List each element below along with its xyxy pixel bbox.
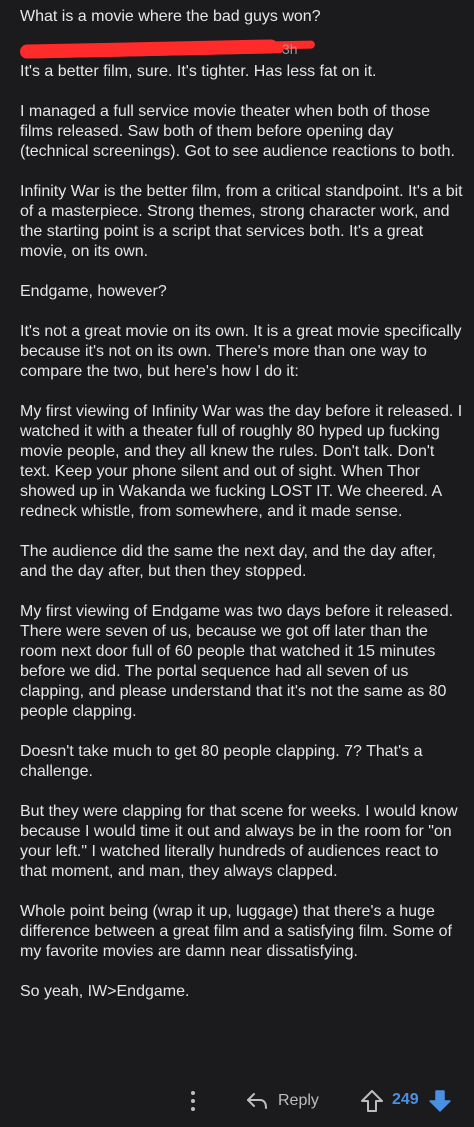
upvote-button[interactable] [360,1089,384,1113]
comment-paragraph: The audience did the same the next day, … [20,543,436,580]
comment-paragraph: Doesn't take much to get 80 people clapp… [20,743,423,780]
comment-action-bar: Reply 249 [0,1086,474,1116]
comment-paragraph: My first viewing of Infinity War was the… [20,403,463,520]
vote-score: 249 [392,1091,419,1108]
post-title[interactable]: What is a movie where the bad guys won? [20,6,460,28]
comment-paragraph: Endgame, however? [20,283,167,300]
comment-paragraph: My first viewing of Endgame was two days… [20,603,454,720]
downvote-arrow-icon [428,1090,452,1117]
more-options-button[interactable] [184,1089,202,1113]
comment-paragraph: But they were clapping for that scene fo… [20,803,458,880]
comment-paragraph: Infinity War is the better film, from a … [20,183,463,260]
upvote-arrow-icon [360,1090,384,1117]
comment-body: It's a better film, sure. It's tighter. … [20,62,464,1022]
redacted-username [19,39,279,59]
comment-paragraph: So yeah, IW>Endgame. [20,983,190,1000]
comment-paragraph: Whole point being (wrap it up, luggage) … [20,903,452,960]
comment-paragraph: It's not a great movie on its own. It is… [20,323,462,380]
comment-screen: What is a movie where the bad guys won? … [0,0,474,1127]
reply-button[interactable]: Reply [246,1088,319,1114]
reply-label: Reply [278,1092,319,1109]
comment-meta: 3h [19,38,460,62]
reply-arrow-icon [246,1092,268,1110]
downvote-button[interactable] [428,1089,452,1113]
comment-timestamp: 3h [282,41,298,57]
comment-paragraph: It's a better film, sure. It's tighter. … [20,63,377,80]
comment-paragraph: I managed a full service movie theater w… [20,103,455,160]
